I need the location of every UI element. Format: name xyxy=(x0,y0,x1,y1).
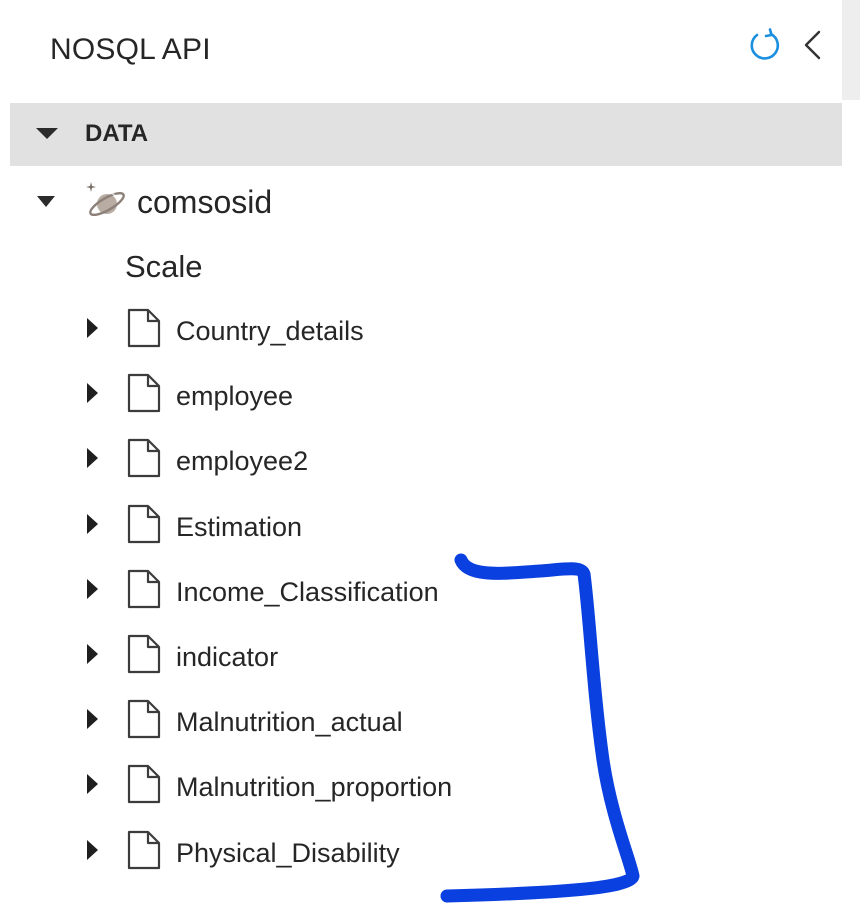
collection-label: Malnutrition_actual xyxy=(176,707,403,738)
collection-node-estimation[interactable]: Estimation xyxy=(0,494,842,559)
collection-node-physical-disability[interactable]: Physical_Disability xyxy=(0,820,842,885)
collection-label: Country_details xyxy=(176,316,364,346)
database-node[interactable]: comsosid xyxy=(0,175,842,231)
document-icon xyxy=(127,634,161,674)
collection-label: employee xyxy=(176,381,294,412)
caret-down-icon xyxy=(37,196,55,207)
section-label: DATA xyxy=(85,120,149,147)
caret-right-icon xyxy=(87,643,98,664)
scale-node[interactable]: Scale xyxy=(0,242,842,294)
caret-right-icon xyxy=(87,839,98,860)
collection-label: employee2 xyxy=(176,446,309,477)
collection-label: indicator xyxy=(176,641,279,672)
collection-label: Physical_Disability xyxy=(176,837,400,868)
scale-label: Scale xyxy=(125,249,203,284)
nosql-explorer-panel: NOSQL API DATA comsosid Scale Country_de… xyxy=(0,0,860,905)
collection-node-country-details[interactable]: Country_details xyxy=(0,298,842,363)
collection-node-indicator[interactable]: indicator xyxy=(0,624,842,689)
document-icon xyxy=(127,308,161,348)
refresh-button[interactable] xyxy=(747,27,783,63)
document-icon xyxy=(127,504,161,543)
collection-label: Malnutrition_proportion xyxy=(176,772,453,803)
caret-right-icon xyxy=(87,513,98,534)
document-icon xyxy=(127,439,161,478)
panel-header: NOSQL API xyxy=(0,0,860,100)
collection-node-employee2[interactable]: employee2 xyxy=(0,428,842,493)
caret-right-icon xyxy=(87,774,98,795)
section-header-data[interactable]: DATA xyxy=(10,103,842,166)
document-icon xyxy=(127,830,161,869)
collection-node-income-classification[interactable]: Income_Classification xyxy=(0,559,842,624)
document-icon xyxy=(127,765,161,804)
caret-right-icon xyxy=(87,318,98,338)
database-name: comsosid xyxy=(137,184,273,220)
panel-title: NOSQL API xyxy=(50,33,211,66)
cosmos-database-icon xyxy=(86,182,125,217)
collection-list: Country_details employee employee2 Estim… xyxy=(0,298,842,885)
chevron-left-icon xyxy=(804,30,821,60)
refresh-icon xyxy=(750,28,780,60)
caret-right-icon xyxy=(87,383,98,404)
collection-node-malnutrition-proportion[interactable]: Malnutrition_proportion xyxy=(0,754,842,819)
collection-node-employee[interactable]: employee xyxy=(0,363,842,428)
collapse-panel-button[interactable] xyxy=(800,27,824,63)
caret-right-icon xyxy=(87,709,98,730)
panel-divider xyxy=(842,0,860,100)
collection-label: Income_Classification xyxy=(176,576,439,607)
caret-right-icon xyxy=(87,448,98,469)
document-icon xyxy=(127,374,161,413)
document-icon xyxy=(127,569,161,608)
caret-down-icon xyxy=(36,128,58,139)
caret-right-icon xyxy=(87,578,98,599)
collection-label: Estimation xyxy=(176,511,303,542)
document-icon xyxy=(127,700,161,739)
collection-node-malnutrition-actual[interactable]: Malnutrition_actual xyxy=(0,689,842,754)
